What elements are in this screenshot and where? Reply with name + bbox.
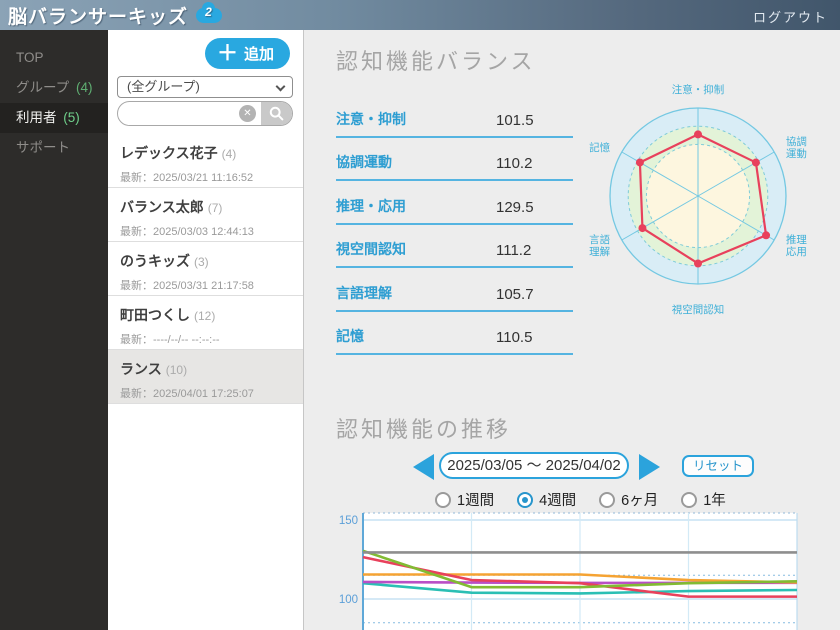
svg-text:100: 100 [339,594,358,606]
svg-text:協調運動: 協調運動 [786,135,807,160]
group-count-badge: (4) [75,80,93,95]
user-list-item-selected[interactable]: ランス (10) 最新：2025/04/01 17:25:07 [108,350,303,404]
metric-value: 101.5 [496,111,534,129]
metric-row: 推理・応用 129.5 [336,181,573,225]
sidebar-item-top[interactable]: TOP [0,43,108,73]
metric-label-memory[interactable]: 記憶 [336,326,364,346]
search-input[interactable] [118,102,239,125]
user-list-panel: ＋ 追加 (全グループ) ✕ レデックス花子 (4) 最新：2025/03/21 … [108,30,304,630]
svg-text:150: 150 [339,515,358,527]
svg-text:注意・抑制: 注意・抑制 [672,83,725,96]
metric-label-coordination[interactable]: 協調運動 [336,152,392,172]
user-latest-timestamp: 最新：2025/03/03 12:44:13 [120,226,254,238]
main-content: 認知機能バランス 注意・抑制 101.5 協調運動 110.2 推理・応用 12… [305,30,840,630]
user-list: レデックス花子 (4) 最新：2025/03/21 11:16:52 バランス太郎… [108,134,303,404]
metric-value: 111.2 [496,242,532,259]
cloud-badge-icon: 2 [196,1,223,23]
users-count-badge: (5) [63,110,80,125]
trend-section-title: 認知機能の推移 [336,417,512,442]
metric-row: 注意・抑制 101.5 [336,94,573,138]
sidebar-nav: TOP グループ (4) 利用者 (5) サポート [0,30,108,630]
user-search-box: ✕ [117,101,293,126]
cognitive-balance-radar-chart: 注意・抑制協調運動推理応用視空間認知 言語理解 記憶 [589,83,807,316]
balance-section-title: 認知機能バランス [336,49,536,74]
reset-button[interactable]: リセット [682,455,755,477]
metric-row: 視空間認知 111.2 [336,225,573,268]
search-button[interactable] [261,102,292,125]
user-latest-timestamp: 最新：2025/04/01 17:25:07 [120,388,254,400]
add-user-button[interactable]: ＋ 追加 [204,38,290,69]
svg-text:言語理解: 言語理解 [589,233,610,258]
metric-value: 110.2 [496,155,533,172]
app-logo: 脳バランサーキッズ 2 [8,1,223,29]
user-list-item[interactable]: 町田つくし (12) 最新：----/--/-- --:--:-- [108,296,303,350]
metrics-list: 注意・抑制 101.5 協調運動 110.2 推理・応用 129.5 視空間認知… [336,94,573,355]
metric-row: 協調運動 110.2 [336,138,573,181]
metric-label-attention[interactable]: 注意・抑制 [336,109,406,129]
metric-value: 110.5 [496,329,533,346]
clear-search-icon[interactable]: ✕ [239,105,256,122]
user-list-item[interactable]: バランス太郎 (7) 最新：2025/03/03 12:44:13 [108,188,303,242]
svg-text:記憶: 記憶 [589,141,610,154]
svg-text:視空間認知: 視空間認知 [672,303,725,316]
user-latest-timestamp: 最新：2025/03/31 21:17:58 [120,280,254,292]
metric-label-visuospatial[interactable]: 視空間認知 [336,239,406,259]
search-icon [269,106,284,121]
logout-button[interactable]: ログアウト [753,7,828,26]
chevron-down-icon [275,81,286,92]
svg-text:推理応用: 推理応用 [786,233,807,258]
user-latest-timestamp: 最新：----/--/-- --:--:-- [120,334,220,346]
sidebar-item-support[interactable]: サポート [0,133,108,163]
user-latest-timestamp: 最新：2025/03/21 11:16:52 [120,172,254,184]
group-filter-select[interactable]: (全グループ) [117,76,293,98]
metric-row: 記憶 110.5 [336,312,573,355]
app-window: 脳バランサーキッズ 2 ログアウト TOP グループ (4) 利用者 (5) サ… [0,0,840,630]
app-version-badge: 2 [205,4,213,19]
sidebar-item-users[interactable]: 利用者 (5) [0,103,108,133]
next-period-arrow-button[interactable] [639,454,660,480]
metric-label-language[interactable]: 言語理解 [336,283,392,303]
app-header: 脳バランサーキッズ 2 ログアウト [0,0,840,30]
previous-period-arrow-button[interactable] [413,454,434,480]
plus-icon: ＋ [216,42,238,65]
metric-label-reasoning[interactable]: 推理・応用 [336,196,406,216]
app-title: 脳バランサーキッズ [8,6,189,28]
sidebar-item-group[interactable]: グループ (4) [0,73,108,103]
cognitive-trend-line-chart: 150 100 [339,512,798,630]
date-range-display[interactable]: 2025/03/05 ～ 2025/04/02 [439,452,629,479]
metric-value: 105.7 [496,285,534,303]
metric-row: 言語理解 105.7 [336,268,573,312]
user-list-item[interactable]: のうキッズ (3) 最新：2025/03/31 21:17:58 [108,242,303,296]
metric-value: 129.5 [496,198,534,216]
user-list-item[interactable]: レデックス花子 (4) 最新：2025/03/21 11:16:52 [108,134,303,188]
